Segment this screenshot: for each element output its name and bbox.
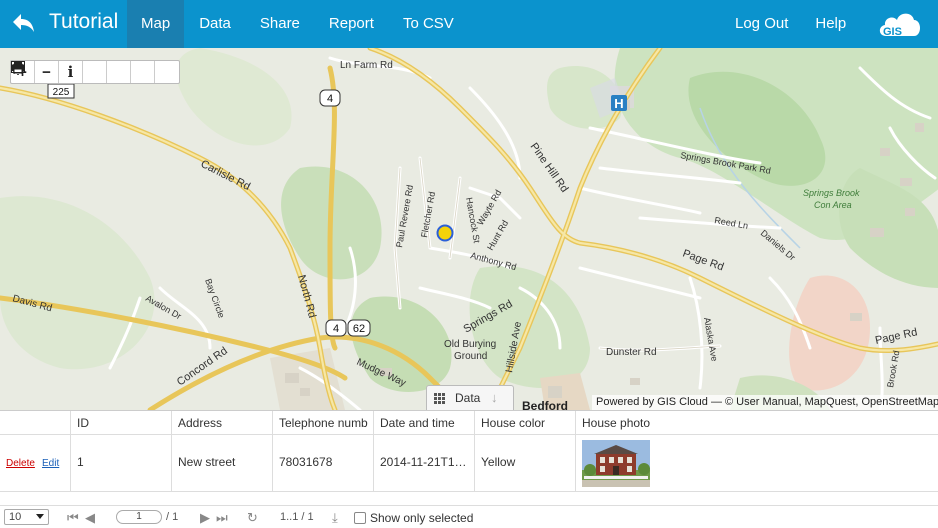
label-brook: Brook Rd	[885, 350, 901, 389]
first-page-icon[interactable]: ⏮	[67, 510, 79, 526]
label-alaska: Alaska Ave	[702, 317, 720, 362]
prev-page-icon[interactable]: ◀	[85, 510, 95, 526]
shield-4-south: 4	[333, 323, 339, 335]
label-bay-circle: Bay Circle	[203, 277, 226, 319]
page-size-select[interactable]: 10	[4, 509, 49, 525]
col-id[interactable]: ID	[70, 411, 171, 435]
label-dunster: Dunster Rd	[606, 347, 657, 358]
back-arrow-icon[interactable]	[10, 10, 36, 36]
cell-id: 1	[70, 435, 171, 492]
user-nav: Log Out Help	[722, 0, 859, 48]
label-springs-brook-con: Springs Brook	[803, 188, 860, 198]
col-telephone[interactable]: Telephone numb	[272, 411, 373, 435]
feature-point-marker	[436, 224, 454, 242]
nav-report[interactable]: Report	[315, 0, 388, 48]
edit-link[interactable]: Edit	[42, 458, 59, 469]
map-tiles: 225 4 4 62 H Ln Farm Rd Carlisle Rd Pine…	[0, 48, 938, 410]
cell-house-color: Yellow	[474, 435, 575, 492]
label-daniels: Daniels Dr	[759, 228, 798, 263]
data-panel-toggle[interactable]: Data ↓	[426, 385, 514, 410]
col-house-photo[interactable]: House photo	[575, 411, 938, 435]
data-table: ID Address Telephone numb Date and time …	[0, 410, 938, 505]
info-icon[interactable]: i	[59, 61, 83, 83]
col-date-time[interactable]: Date and time	[373, 411, 474, 435]
main-nav: Map Data Share Report To CSV	[127, 0, 468, 48]
globe-icon[interactable]	[12, 61, 131, 83]
page-total: / 1	[166, 511, 179, 523]
record-range: 1..1 / 1	[280, 511, 314, 523]
table-pager: 10 ⏮ ◀ 1 / 1 ▶ ⏭ ↻ 1..1 / 1 ⤓ Show only …	[0, 505, 938, 528]
shield-62: 62	[353, 323, 365, 335]
house-photo-thumbnail[interactable]	[582, 440, 650, 487]
cell-date-time: 2014-11-21T1…	[373, 435, 474, 492]
page-number-input[interactable]: 1	[116, 510, 162, 524]
label-pine-hill: Pine Hill Rd	[528, 141, 571, 195]
label-north: North Rd	[295, 274, 318, 320]
hospital-icon: H	[614, 96, 623, 111]
nav-to-csv[interactable]: To CSV	[389, 0, 468, 48]
top-bar: Tutorial Map Data Share Report To CSV Lo…	[0, 0, 938, 48]
nav-map[interactable]: Map	[127, 0, 185, 48]
data-panel-label: Data	[455, 391, 481, 405]
next-page-icon[interactable]: ▶	[200, 510, 210, 526]
label-ln-farm: Ln Farm Rd	[340, 60, 393, 71]
show-only-selected-checkbox[interactable]	[354, 512, 366, 524]
delete-link[interactable]: Delete	[6, 458, 35, 469]
zoom-out-icon[interactable]: −	[35, 61, 59, 83]
label-fletcher: Fletcher Rd	[419, 191, 437, 239]
label-ground: Ground	[454, 351, 487, 362]
app-title: Tutorial	[49, 10, 119, 33]
table-row[interactable]: Delete Edit 1 New street 78031678 2014-1…	[0, 435, 938, 492]
gis-cloud-logo[interactable]: GIS	[876, 6, 924, 42]
shield-4-north: 4	[327, 93, 333, 105]
print-icon[interactable]	[11, 61, 155, 83]
label-reed: Reed Ln	[714, 215, 749, 231]
table-header: ID Address Telephone numb Date and time …	[0, 411, 938, 435]
map-attribution: Powered by GIS Cloud — © User Manual, Ma…	[592, 395, 938, 410]
locate-icon[interactable]	[11, 61, 107, 83]
cell-address: New street	[171, 435, 272, 492]
download-icon[interactable]: ⤓	[332, 510, 338, 526]
show-only-selected-label: Show only selected	[370, 511, 474, 525]
cell-telephone: 78031678	[272, 435, 373, 492]
grid-icon	[434, 393, 445, 404]
nav-share[interactable]: Share	[246, 0, 314, 48]
label-hunt: Hunt Rd	[485, 218, 510, 252]
logo-text: GIS	[883, 26, 902, 38]
label-con-area: Con Area	[814, 200, 852, 210]
page-size-value: 10	[9, 511, 22, 523]
shield-225: 225	[53, 87, 70, 98]
layers-icon[interactable]	[11, 61, 179, 83]
label-old-burying: Old Burying	[444, 339, 496, 350]
label-carlisle: Carlisle Rd	[199, 158, 252, 193]
col-house-color[interactable]: House color	[474, 411, 575, 435]
chevron-down-icon	[36, 514, 44, 519]
label-bedford: Bedford	[522, 399, 568, 410]
last-page-icon[interactable]: ⏭	[216, 510, 228, 526]
map-canvas[interactable]: 225 4 4 62 H Ln Farm Rd Carlisle Rd Pine…	[0, 48, 938, 410]
nav-log-out[interactable]: Log Out	[722, 0, 801, 48]
nav-data[interactable]: Data	[185, 0, 245, 48]
col-address[interactable]: Address	[171, 411, 272, 435]
nav-help[interactable]: Help	[802, 0, 859, 48]
refresh-icon[interactable]: ↻	[247, 510, 258, 526]
download-arrow-icon[interactable]: ↓	[491, 390, 498, 405]
map-toolbar: + − i	[10, 60, 180, 84]
